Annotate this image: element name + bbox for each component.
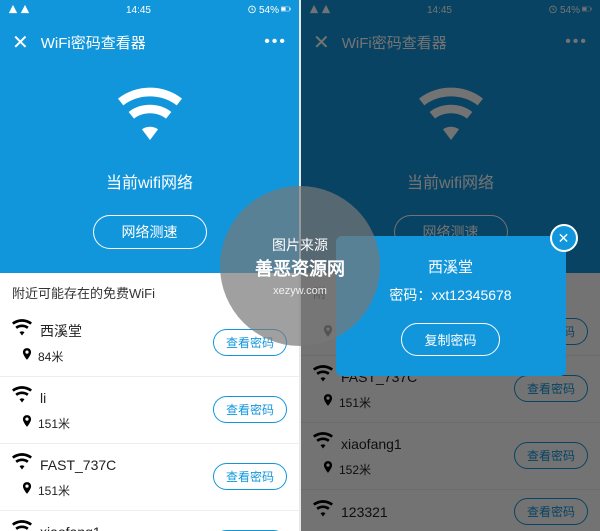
copy-password-button[interactable]: 复制密码: [401, 323, 499, 356]
wifi-name: FAST_737C: [40, 457, 116, 473]
wifi-list-item[interactable]: 西溪堂 84米 查看密码: [0, 310, 299, 377]
app-title: WiFi密码查看器: [41, 32, 264, 53]
wifi-icon: [12, 385, 32, 410]
location-icon: [20, 414, 34, 433]
phone-left: 14:45 54% ✕ WiFi密码查看器 ••• 当前wifi网络 网络测速 …: [0, 0, 299, 531]
status-bar: 14:45 54%: [0, 0, 299, 20]
alarm-icon: [247, 4, 257, 17]
wifi-distance: 151米: [38, 415, 70, 432]
battery-icon: [281, 4, 291, 17]
wifi-name: xiaofang1: [40, 524, 101, 531]
wifi-icon: [12, 452, 32, 477]
wifi-distance: 84米: [38, 348, 63, 365]
hero-section: 当前wifi网络 网络测速: [0, 64, 299, 273]
wifi-icon: [0, 84, 299, 153]
current-wifi-label: 当前wifi网络: [0, 169, 299, 193]
dialog-close-button[interactable]: ✕: [550, 224, 578, 252]
signal-icon: [8, 4, 18, 17]
dialog-ssid: 西溪堂: [352, 256, 550, 277]
nearby-wifi-title: 附近可能存在的免费WiFi: [0, 273, 299, 310]
wifi-list-item[interactable]: FAST_737C 151米 查看密码: [0, 444, 299, 511]
signal-icon: [20, 4, 30, 17]
wifi-icon: [12, 519, 32, 531]
password-dialog: ✕ 西溪堂 密码：xxt12345678 复制密码: [336, 236, 566, 376]
wifi-name: 西溪堂: [40, 321, 82, 341]
app-bar: ✕ WiFi密码查看器 •••: [0, 20, 299, 64]
more-icon[interactable]: •••: [264, 33, 287, 51]
wifi-name: li: [40, 390, 46, 406]
wifi-distance: 151米: [38, 482, 70, 499]
wifi-icon: [12, 318, 32, 343]
wifi-list-item[interactable]: xiaofang1 152米 查看密码: [0, 511, 299, 531]
view-password-button[interactable]: 查看密码: [213, 463, 287, 490]
battery-percent: 54%: [259, 5, 279, 16]
wifi-list-item[interactable]: li 151米 查看密码: [0, 377, 299, 444]
phone-right: 14:45 54% ✕ WiFi密码查看器 ••• 当前wifi网络 网络测速 …: [301, 0, 600, 531]
location-icon: [20, 347, 34, 366]
status-time: 14:45: [126, 5, 151, 16]
view-password-button[interactable]: 查看密码: [213, 396, 287, 423]
view-password-button[interactable]: 查看密码: [213, 329, 287, 356]
speed-test-button[interactable]: 网络测速: [93, 215, 207, 249]
location-icon: [20, 481, 34, 500]
close-icon[interactable]: ✕: [12, 30, 29, 55]
dialog-password: 密码：xxt12345678: [352, 285, 550, 305]
